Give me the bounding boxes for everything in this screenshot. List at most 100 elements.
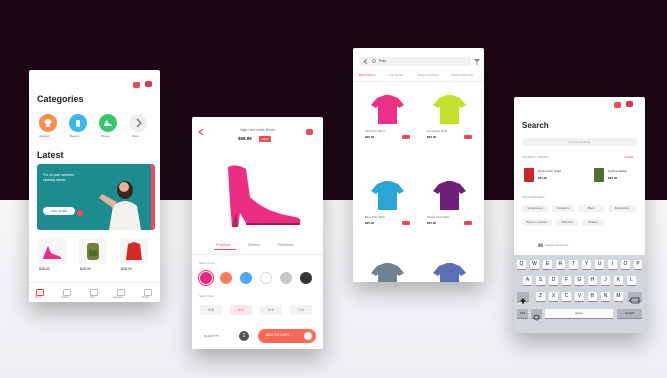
notification-icon[interactable] bbox=[145, 81, 152, 87]
polo-shirt-icon bbox=[371, 181, 404, 210]
filter-tab-price-high-low[interactable]: PRICE HIGH-LOW bbox=[451, 74, 473, 78]
key[interactable]: O bbox=[621, 260, 630, 269]
quantity-stepper[interactable]: 1 bbox=[239, 331, 249, 341]
shoe-icon bbox=[104, 120, 112, 126]
product-card[interactable] bbox=[120, 238, 148, 264]
tab-details[interactable]: Details bbox=[248, 243, 260, 247]
key[interactable]: B bbox=[588, 292, 597, 301]
key[interactable]: T bbox=[569, 260, 578, 269]
add-button[interactable] bbox=[402, 221, 410, 225]
cart-icon[interactable] bbox=[133, 82, 140, 88]
back-arrow-icon[interactable] bbox=[363, 59, 368, 64]
color-swatch-black[interactable] bbox=[300, 272, 312, 284]
key[interactable]: J bbox=[601, 276, 610, 285]
size-option[interactable]: 5.5 bbox=[200, 305, 222, 315]
suggestion-chip[interactable]: Sunglasses bbox=[522, 205, 548, 212]
tab-product[interactable]: Product bbox=[216, 243, 230, 247]
product-card[interactable]: Purple Polo Shirt $25.00 bbox=[423, 176, 476, 234]
filter-tab-price-low-high[interactable]: PRICE LOW-HIGH bbox=[417, 74, 439, 78]
category-beauty-button[interactable] bbox=[69, 114, 87, 132]
suggestion-chip[interactable]: Sneakers bbox=[552, 205, 574, 212]
search-bar[interactable]: Polo bbox=[359, 57, 471, 66]
product-card[interactable]: Pink Polo Shirt $25.00 bbox=[361, 90, 414, 148]
key[interactable]: X bbox=[549, 292, 558, 301]
key[interactable]: U bbox=[595, 260, 604, 269]
product-card[interactable] bbox=[79, 238, 107, 264]
cart-tab-icon[interactable] bbox=[90, 289, 98, 296]
size-option[interactable]: 6.5 bbox=[260, 305, 282, 315]
size-option[interactable]: 7.0 bbox=[290, 305, 312, 315]
emoji-key[interactable] bbox=[531, 309, 542, 321]
key[interactable]: P bbox=[634, 260, 642, 269]
tab-reviews[interactable]: Reviews bbox=[278, 243, 293, 247]
key[interactable]: D bbox=[549, 276, 558, 285]
key[interactable]: V bbox=[575, 292, 584, 301]
page-title: Categories bbox=[37, 94, 84, 104]
add-button[interactable] bbox=[464, 221, 472, 225]
key[interactable]: A bbox=[523, 276, 532, 285]
key[interactable]: F bbox=[562, 276, 571, 285]
profile-tab-icon[interactable] bbox=[144, 289, 152, 296]
home-tab-icon[interactable] bbox=[36, 289, 44, 296]
key[interactable]: G bbox=[575, 276, 584, 285]
key[interactable]: K bbox=[614, 276, 623, 285]
product-card[interactable] bbox=[423, 258, 476, 282]
add-to-cart-button[interactable]: ADD TO CART bbox=[258, 329, 316, 343]
size-option-selected[interactable]: 6.0 bbox=[230, 305, 252, 315]
filter-icon[interactable] bbox=[474, 58, 480, 65]
key[interactable]: L bbox=[627, 276, 636, 285]
numbers-key[interactable]: 123 bbox=[517, 309, 528, 318]
suggestion-chip[interactable]: Wallets bbox=[582, 219, 604, 226]
key[interactable]: M bbox=[614, 292, 623, 301]
boot-product-image bbox=[228, 165, 301, 227]
key[interactable]: E bbox=[543, 260, 552, 269]
space-key[interactable]: space bbox=[545, 309, 613, 318]
search-bar[interactable]: Search anything bbox=[522, 138, 637, 146]
suggestion-chip[interactable]: Bags bbox=[578, 205, 604, 212]
see-more-button[interactable]: SEE MORE bbox=[43, 207, 75, 215]
clear-button[interactable]: CLEAR bbox=[624, 156, 633, 159]
product-card[interactable]: Lime Polo Shirt $25.00 bbox=[423, 90, 476, 148]
search-input[interactable]: Search anything bbox=[522, 140, 637, 144]
filter-tab-best-match[interactable]: BEST MATCH bbox=[359, 74, 375, 78]
key[interactable]: Y bbox=[582, 260, 591, 269]
favorites-tab-icon[interactable] bbox=[117, 289, 125, 296]
cart-icon[interactable] bbox=[614, 102, 621, 108]
color-swatch-coral[interactable] bbox=[220, 272, 232, 284]
color-swatch-pink[interactable] bbox=[200, 272, 212, 284]
suggestion-chip[interactable]: Women Jackets bbox=[522, 219, 552, 226]
add-button[interactable] bbox=[464, 135, 472, 139]
key[interactable]: I bbox=[608, 260, 617, 269]
suggestion-chip[interactable]: Watches bbox=[556, 219, 578, 226]
category-more-button[interactable] bbox=[129, 114, 147, 132]
key[interactable]: S bbox=[536, 276, 545, 285]
recent-item-thumbnail[interactable] bbox=[524, 168, 534, 182]
key[interactable]: Z bbox=[536, 292, 545, 301]
product-card[interactable] bbox=[38, 238, 66, 264]
color-swatch-grey[interactable] bbox=[280, 272, 292, 284]
key[interactable]: R bbox=[556, 260, 565, 269]
promo-banner[interactable]: For all your summer clothing needs SEE M… bbox=[37, 164, 155, 230]
filter-tab-top-rated[interactable]: TOP RATED bbox=[389, 74, 404, 78]
search-tab-icon[interactable] bbox=[63, 289, 71, 296]
category-apparel-button[interactable] bbox=[39, 114, 57, 132]
key[interactable]: W bbox=[530, 260, 539, 269]
key[interactable]: N bbox=[601, 292, 610, 301]
add-button[interactable] bbox=[402, 135, 410, 139]
backspace-key[interactable] bbox=[628, 292, 642, 304]
camera-search-link[interactable]: Search via camera bbox=[545, 244, 568, 247]
suggestion-chip[interactable]: Backpacks bbox=[608, 205, 636, 212]
recent-item-thumbnail[interactable] bbox=[594, 168, 604, 182]
search-input[interactable]: Polo bbox=[379, 59, 386, 64]
color-swatch-white[interactable] bbox=[260, 272, 272, 284]
key[interactable]: H bbox=[588, 276, 597, 285]
category-shoes-button[interactable] bbox=[99, 114, 117, 132]
shift-key[interactable] bbox=[517, 292, 529, 304]
product-card[interactable] bbox=[361, 258, 414, 282]
search-key[interactable]: Search bbox=[617, 309, 642, 318]
key[interactable]: Q bbox=[517, 260, 526, 269]
product-card[interactable]: Blue Polo Shirt $25.00 bbox=[361, 176, 414, 234]
color-swatch-blue[interactable] bbox=[240, 272, 252, 284]
notification-icon[interactable] bbox=[626, 101, 633, 107]
key[interactable]: C bbox=[562, 292, 571, 301]
